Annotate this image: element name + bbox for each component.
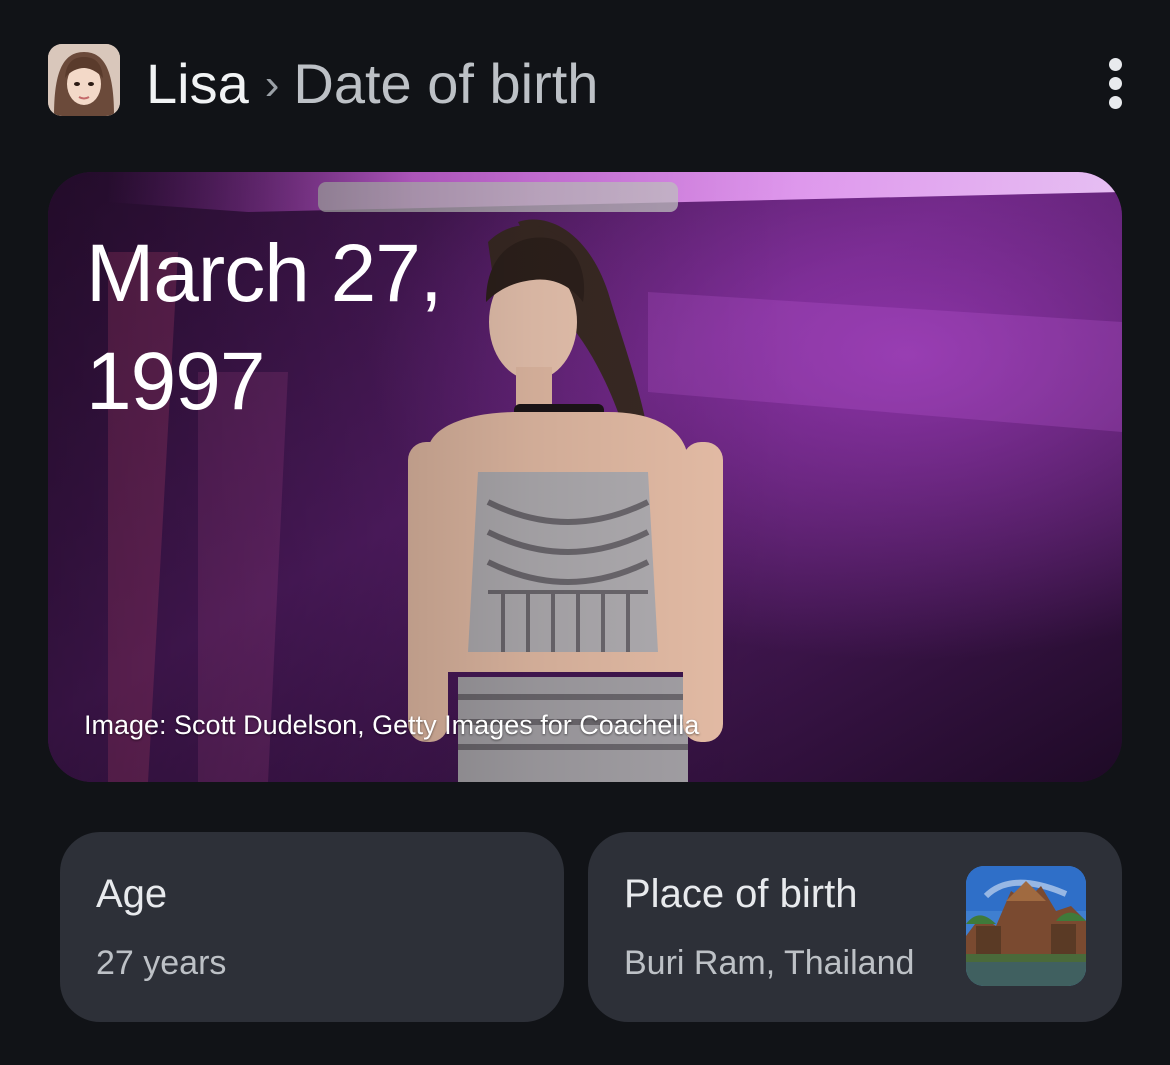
age-card[interactable]: Age 27 years <box>60 832 564 1022</box>
breadcrumb-separator: › <box>264 60 280 109</box>
date-of-birth-hero-card[interactable]: March 27, 1997 Image: Scott Dudelson, Ge… <box>48 172 1122 782</box>
date-of-birth-value: March 27, 1997 <box>86 220 566 436</box>
age-value: 27 years <box>96 944 227 982</box>
more-vert-icon[interactable] <box>1100 54 1130 110</box>
breadcrumb: Lisa › Date of birth <box>146 48 598 121</box>
breadcrumb-topic: Date of birth <box>293 52 599 115</box>
header: Lisa › Date of birth <box>48 44 1130 120</box>
image-credit: Image: Scott Dudelson, Getty Images for … <box>84 710 700 740</box>
place-of-birth-card[interactable]: Place of birth Buri Ram, Thailand <box>588 832 1122 1022</box>
breadcrumb-entity-link[interactable]: Lisa <box>146 52 249 115</box>
person-avatar-icon[interactable] <box>48 44 120 116</box>
place-of-birth-title: Place of birth <box>624 872 858 916</box>
place-of-birth-value: Buri Ram, Thailand <box>624 944 915 982</box>
temple-landscape-thumbnail-icon <box>966 866 1086 986</box>
date-line-1: March 27, <box>86 228 443 319</box>
age-title: Age <box>96 872 168 916</box>
date-line-2: 1997 <box>86 336 265 427</box>
